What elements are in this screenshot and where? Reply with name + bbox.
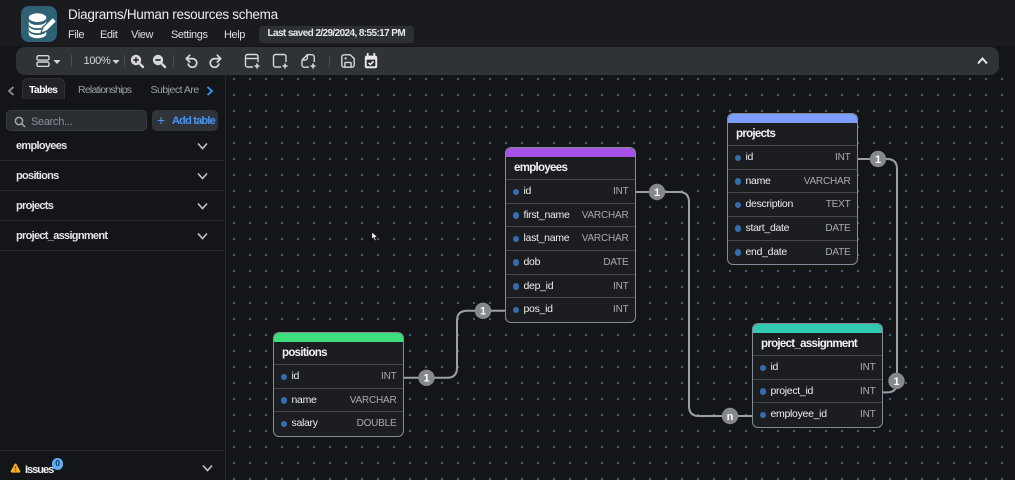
svg-text:1: 1 [480,306,486,318]
svg-text:1: 1 [423,373,429,385]
svg-text:n: n [727,411,734,423]
svg-text:1: 1 [893,376,899,388]
svg-text:1: 1 [875,154,881,166]
svg-text:1: 1 [654,187,660,199]
